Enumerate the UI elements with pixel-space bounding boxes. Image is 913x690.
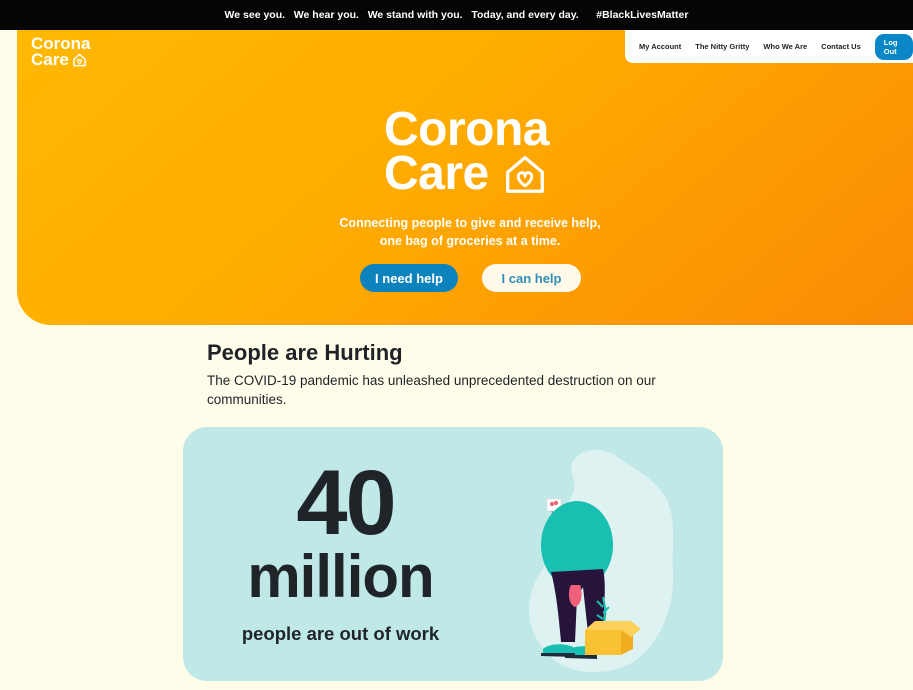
tagline-line1: Connecting people to give and receive he… [339, 216, 601, 230]
section-title: People are Hurting [207, 340, 403, 365]
nav-my-account[interactable]: My Account [639, 42, 681, 51]
stat-unit: million [247, 543, 434, 610]
hero-tagline: Connecting people to give and receive he… [300, 214, 640, 250]
hero-logo: Corona Care [384, 103, 550, 200]
tagline-line2: one bag of groceries at a time. [379, 234, 561, 248]
top-navigation: My Account The Nitty Gritty Who We Are C… [625, 30, 913, 63]
house-heart-icon [72, 53, 86, 67]
nav-who-we-are[interactable]: Who We Are [763, 42, 807, 51]
hero-logo-line2: Care [384, 147, 489, 200]
brand-logo[interactable]: Corona Care [31, 35, 91, 69]
nav-nitty-gritty[interactable]: The Nitty Gritty [695, 42, 749, 51]
stat-description: people are out of work [241, 623, 440, 644]
person-with-box-illustration [529, 449, 674, 673]
stat-card: 40 million people are out of work [183, 427, 723, 681]
announcement-text: We see you. We hear you. We stand with y… [224, 9, 689, 21]
announcement-bar: We see you. We hear you. We stand with y… [0, 0, 913, 30]
nav-contact-us[interactable]: Contact Us [821, 42, 861, 51]
house-heart-icon [505, 156, 544, 193]
section-text: The COVID-19 pandemic has unleashed unpr… [207, 373, 656, 407]
brand-line2: Care [31, 50, 69, 69]
stat-number: 40 [296, 452, 396, 554]
logout-button[interactable]: Log Out [874, 33, 913, 60]
hero-logo-line1: Corona [384, 103, 550, 156]
can-help-button[interactable]: I can help [482, 264, 581, 292]
need-help-button[interactable]: I need help [360, 264, 458, 292]
